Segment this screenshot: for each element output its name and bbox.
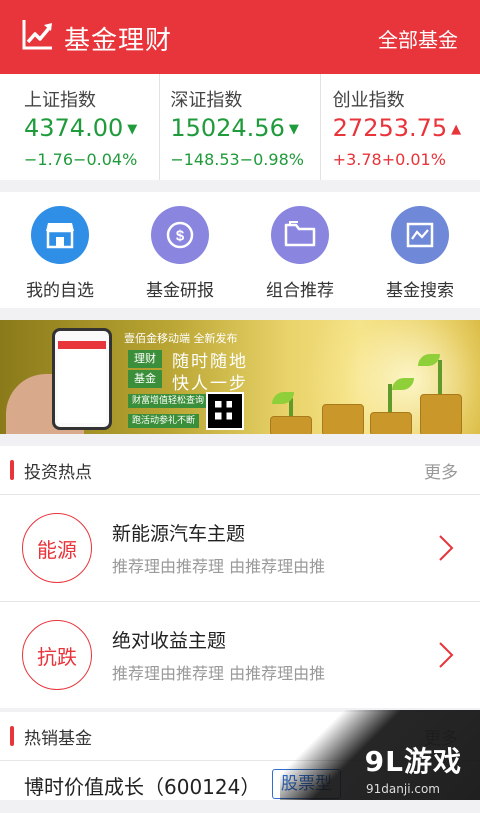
chart-window-icon (391, 206, 449, 264)
quick-action-label: 基金研报 (146, 281, 214, 301)
quick-actions: 我的自选 $ 基金研报 组合推荐 基金搜索 (0, 192, 480, 308)
topic-name: 绝对收益主题 (112, 630, 227, 652)
promo-banner[interactable]: 壹佰金移动端 全新发布 理财 基金 随时随地 快人一步 财富增值轻松查询 跑活动… (0, 320, 480, 434)
coin-stack (270, 416, 312, 434)
topic-badge: 抗跌 (22, 620, 92, 690)
banner-slogan: 壹佰金移动端 全新发布 (124, 332, 238, 345)
index-card-chinext[interactable]: 创业指数 27253.75 ▲ +3.78+0.01% (321, 74, 480, 180)
index-value: 4374.00 ▼ (24, 114, 138, 142)
index-card-shanghai[interactable]: 上证指数 4374.00 ▼ −1.76−0.04% (0, 74, 161, 180)
quick-action-label: 组合推荐 (266, 281, 334, 301)
chevron-right-icon (439, 535, 454, 561)
index-value: 27253.75 ▲ (332, 114, 462, 142)
index-change: −1.76−0.04% (24, 150, 138, 169)
quick-action-search[interactable]: 基金搜索 (360, 192, 480, 308)
index-name: 创业指数 (332, 90, 405, 111)
hot-topic-item[interactable]: 抗跌 绝对收益主题 推荐理由推荐理 由推荐理由推 (0, 602, 480, 708)
index-change: +3.78+0.01% (332, 150, 446, 169)
svg-text:$: $ (176, 228, 185, 245)
store-icon (31, 206, 89, 264)
app-header: 基金理财 全部基金 (0, 0, 480, 74)
more-link[interactable]: 更多 (424, 458, 458, 483)
section-header: 投资热点 更多 (0, 446, 480, 495)
phone-illustration (52, 328, 112, 430)
section-accent (10, 726, 14, 746)
index-card-shenzhen[interactable]: 深证指数 15024.56 ▼ −148.53−0.98% (160, 74, 321, 180)
watermark-logo: 9L游戏 (364, 745, 462, 778)
dollar-coin-icon: $ (151, 206, 209, 264)
topic-name: 新能源汽车主题 (112, 523, 246, 545)
coin-stack (420, 394, 462, 434)
hot-topic-item[interactable]: 能源 新能源汽车主题 推荐理由推荐理 由推荐理由推 (0, 495, 480, 602)
chart-trend-icon (22, 20, 52, 50)
fund-name: 博时价值成长（600124） (24, 775, 261, 799)
index-value: 15024.56 ▼ (170, 114, 299, 142)
topic-badge: 能源 (22, 513, 92, 583)
topic-reason: 推荐理由推荐理 由推荐理由推 (112, 664, 326, 683)
market-index-strip: 上证指数 4374.00 ▼ −1.76−0.04% 深证指数 15024.56 ▼… (0, 74, 480, 180)
banner-headline: 快人一步 (172, 374, 248, 394)
banner-tag: 基金 (128, 370, 162, 388)
quick-action-label: 基金搜索 (386, 281, 454, 301)
quick-action-portfolio[interactable]: 组合推荐 (240, 192, 360, 308)
banner-tag: 理财 (128, 350, 162, 368)
topic-reason: 推荐理由推荐理 由推荐理由推 (112, 557, 326, 576)
coin-stack (370, 412, 412, 434)
coin-stack (322, 404, 364, 434)
index-name: 深证指数 (170, 90, 243, 111)
watermark-url: 91danji.com (366, 782, 440, 796)
all-funds-link[interactable]: 全部基金 (378, 24, 458, 53)
chevron-right-icon (439, 642, 454, 668)
section-accent (10, 460, 14, 480)
up-arrow-icon: ▲ (451, 121, 462, 137)
banner-subline: 财富增值轻松查询 (128, 394, 209, 408)
index-name: 上证指数 (24, 90, 96, 111)
hot-topics-section: 投资热点 更多 能源 新能源汽车主题 推荐理由推荐理 由推荐理由推 抗跌 绝对收… (0, 446, 480, 708)
down-arrow-icon: ▼ (127, 121, 138, 137)
quick-action-label: 我的自选 (26, 281, 94, 301)
folder-icon (271, 206, 329, 264)
section-title: 热销基金 (24, 729, 92, 749)
site-watermark: 9L游戏 91danji.com (280, 710, 480, 800)
quick-action-research[interactable]: $ 基金研报 (120, 192, 240, 308)
section-title: 投资热点 (24, 463, 92, 483)
index-change: −148.53−0.98% (170, 150, 304, 169)
page-title: 基金理财 (64, 26, 173, 56)
down-arrow-icon: ▼ (288, 121, 299, 137)
banner-subline: 跑活动参礼不断 (128, 414, 200, 428)
sprout (438, 360, 442, 394)
qr-code-icon (206, 392, 244, 430)
quick-action-watchlist[interactable]: 我的自选 (0, 192, 120, 308)
